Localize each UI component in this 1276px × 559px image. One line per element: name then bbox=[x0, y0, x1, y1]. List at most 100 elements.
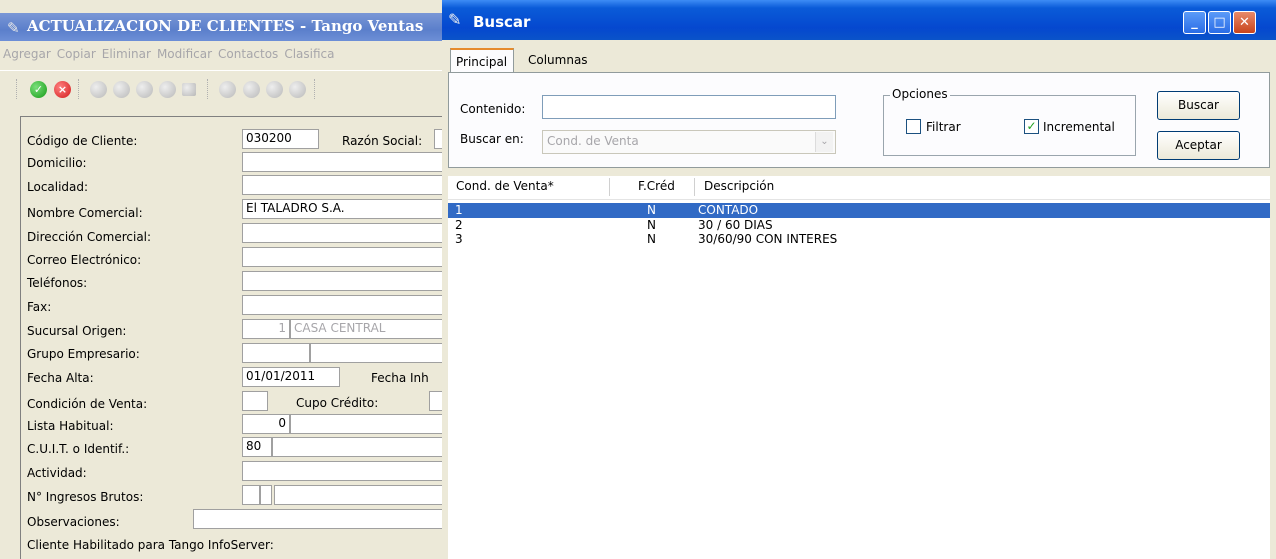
ingresos-brutos-type-field[interactable] bbox=[242, 485, 260, 505]
menu-agregar[interactable]: Agregar bbox=[0, 43, 54, 61]
cell-fcred: N bbox=[647, 218, 656, 232]
localidad-field[interactable] bbox=[242, 175, 446, 195]
label-domicilio: Domicilio: bbox=[27, 156, 87, 170]
label-razon-social: Razón Social: bbox=[342, 134, 423, 148]
nombre-comercial-field[interactable]: El TALADRO S.A. bbox=[242, 199, 446, 219]
lista-habitual-name-field[interactable] bbox=[290, 414, 446, 434]
label-condicion-venta: Condición de Venta: bbox=[27, 397, 148, 411]
label-cupo-credito: Cupo Crédito: bbox=[296, 396, 379, 410]
label-fax: Fax: bbox=[27, 300, 52, 314]
list-item[interactable]: 3 N 30/60/90 CON INTERES bbox=[448, 232, 1270, 247]
label-fecha-alta: Fecha Alta: bbox=[27, 371, 94, 385]
last-record-icon[interactable] bbox=[159, 81, 176, 98]
buscar-title: Buscar bbox=[473, 13, 531, 31]
grupo-empresario-name-field[interactable] bbox=[310, 343, 446, 363]
correo-field[interactable] bbox=[242, 247, 446, 267]
find-icon[interactable] bbox=[243, 81, 260, 98]
cell-fcred: N bbox=[647, 203, 656, 217]
label-contenido: Contenido: bbox=[460, 102, 526, 116]
cancel-icon[interactable]: × bbox=[54, 81, 71, 98]
menu-eliminar[interactable]: Eliminar bbox=[99, 43, 154, 61]
camera-icon[interactable] bbox=[182, 83, 196, 96]
column-divider[interactable] bbox=[694, 178, 695, 196]
refresh-icon[interactable] bbox=[266, 81, 283, 98]
toolbar-separator bbox=[207, 79, 209, 99]
lista-habitual-code-field[interactable]: 0 bbox=[242, 414, 290, 434]
ingresos-brutos-sep-field[interactable] bbox=[260, 485, 272, 505]
first-record-icon[interactable] bbox=[90, 81, 107, 98]
chevron-down-icon[interactable]: ⌄ bbox=[815, 132, 833, 152]
telefonos-field[interactable] bbox=[242, 271, 446, 291]
clientes-window: ✎ ACTUALIZACION DE CLIENTES - Tango Vent… bbox=[0, 0, 446, 559]
label-actividad: Actividad: bbox=[27, 466, 87, 480]
previous-record-icon[interactable] bbox=[113, 81, 130, 98]
clientes-titlebar[interactable]: ✎ ACTUALIZACION DE CLIENTES - Tango Vent… bbox=[0, 13, 446, 41]
fax-field[interactable] bbox=[242, 295, 446, 315]
list-item[interactable]: 1 N CONTADO bbox=[448, 203, 1270, 218]
label-localidad: Localidad: bbox=[27, 180, 89, 194]
cuit-type-field[interactable]: 80 bbox=[242, 437, 272, 457]
buscar-button[interactable]: Buscar bbox=[1157, 91, 1240, 120]
sucursal-name-field[interactable]: CASA CENTRAL bbox=[290, 319, 446, 339]
incremental-checkbox[interactable]: ✓ bbox=[1024, 119, 1039, 134]
buscar-titlebar[interactable]: ✎ Buscar _ □ ✕ bbox=[442, 0, 1276, 40]
label-direccion-comercial: Dirección Comercial: bbox=[27, 230, 152, 244]
label-nombre-comercial: Nombre Comercial: bbox=[27, 206, 143, 220]
label-fecha-inh: Fecha Inh bbox=[371, 371, 429, 385]
column-header-fcred[interactable]: F.Créd bbox=[638, 179, 675, 193]
tab-principal[interactable]: Principal bbox=[450, 48, 515, 72]
domicilio-field[interactable] bbox=[242, 152, 446, 172]
next-record-icon[interactable] bbox=[136, 81, 153, 98]
confirm-icon[interactable]: ✓ bbox=[30, 81, 47, 98]
label-telefonos: Teléfonos: bbox=[27, 276, 88, 290]
aceptar-button[interactable]: Aceptar bbox=[1157, 131, 1240, 160]
label-codigo-cliente: Código de Cliente: bbox=[27, 134, 138, 148]
column-divider[interactable] bbox=[609, 178, 610, 196]
cell-fcred: N bbox=[647, 232, 656, 246]
contenido-input[interactable] bbox=[542, 95, 836, 119]
check-icon: ✓ bbox=[1026, 119, 1037, 133]
menu-clasifica[interactable]: Clasifica bbox=[281, 43, 337, 61]
ingresos-brutos-field[interactable] bbox=[274, 485, 446, 505]
toolbar-separator bbox=[16, 79, 18, 99]
cuit-number-field[interactable] bbox=[272, 437, 446, 457]
label-buscar-en: Buscar en: bbox=[460, 132, 524, 146]
sucursal-code-field[interactable]: 1 bbox=[242, 319, 290, 339]
codigo-cliente-field[interactable]: 030200 bbox=[242, 129, 319, 149]
close-icon: ✕ bbox=[1239, 15, 1250, 30]
grupo-empresario-code-field[interactable] bbox=[242, 343, 310, 363]
minimize-button[interactable]: _ bbox=[1183, 11, 1206, 34]
results-header: Cond. de Venta* F.Créd Descripción bbox=[448, 176, 1270, 200]
maximize-icon: □ bbox=[1213, 15, 1226, 30]
actividad-field[interactable] bbox=[242, 461, 446, 481]
tab-columnas[interactable]: Columnas bbox=[523, 48, 594, 72]
help-icon[interactable] bbox=[289, 81, 306, 98]
results-list: Cond. de Venta* F.Créd Descripción 1 N C… bbox=[448, 176, 1270, 559]
direccion-comercial-field[interactable] bbox=[242, 223, 446, 243]
list-item[interactable]: 2 N 30 / 60 DIAS bbox=[448, 218, 1270, 233]
label-observaciones: Observaciones: bbox=[27, 515, 120, 529]
menu-copiar[interactable]: Copiar bbox=[54, 43, 99, 61]
column-header-cond-venta[interactable]: Cond. de Venta* bbox=[456, 179, 554, 193]
opciones-title: Opciones bbox=[890, 87, 950, 101]
fecha-alta-field[interactable]: 01/01/2011 bbox=[242, 367, 340, 387]
label-ingresos-brutos: N° Ingresos Brutos: bbox=[27, 490, 144, 504]
buscar-dialog: ✎ Buscar _ □ ✕ Principal Columnas Conten… bbox=[442, 0, 1276, 559]
close-button[interactable]: ✕ bbox=[1233, 11, 1256, 34]
column-header-descripcion[interactable]: Descripción bbox=[704, 179, 774, 193]
label-correo: Correo Electrónico: bbox=[27, 253, 142, 267]
condicion-venta-field[interactable] bbox=[242, 391, 268, 411]
label-sucursal-origen: Sucursal Origen: bbox=[27, 324, 127, 338]
menu-contactos[interactable]: Contactos bbox=[215, 43, 281, 61]
buscar-en-value: Cond. de Venta bbox=[547, 134, 639, 148]
buscar-en-select[interactable]: Cond. de Venta bbox=[542, 130, 836, 154]
observaciones-field[interactable] bbox=[193, 509, 446, 529]
label-cuit: C.U.I.T. o Identif.: bbox=[27, 442, 130, 456]
menu-modificar[interactable]: Modificar bbox=[154, 43, 215, 61]
print-icon[interactable] bbox=[219, 81, 236, 98]
clientes-menubar: Agregar Copiar Eliminar Modificar Contactos C… bbox=[0, 43, 446, 67]
maximize-button[interactable]: □ bbox=[1208, 11, 1231, 34]
cell-descripcion: 30 / 60 DIAS bbox=[698, 218, 773, 232]
toolbar-separator bbox=[314, 79, 316, 99]
filtrar-checkbox[interactable] bbox=[906, 119, 921, 134]
